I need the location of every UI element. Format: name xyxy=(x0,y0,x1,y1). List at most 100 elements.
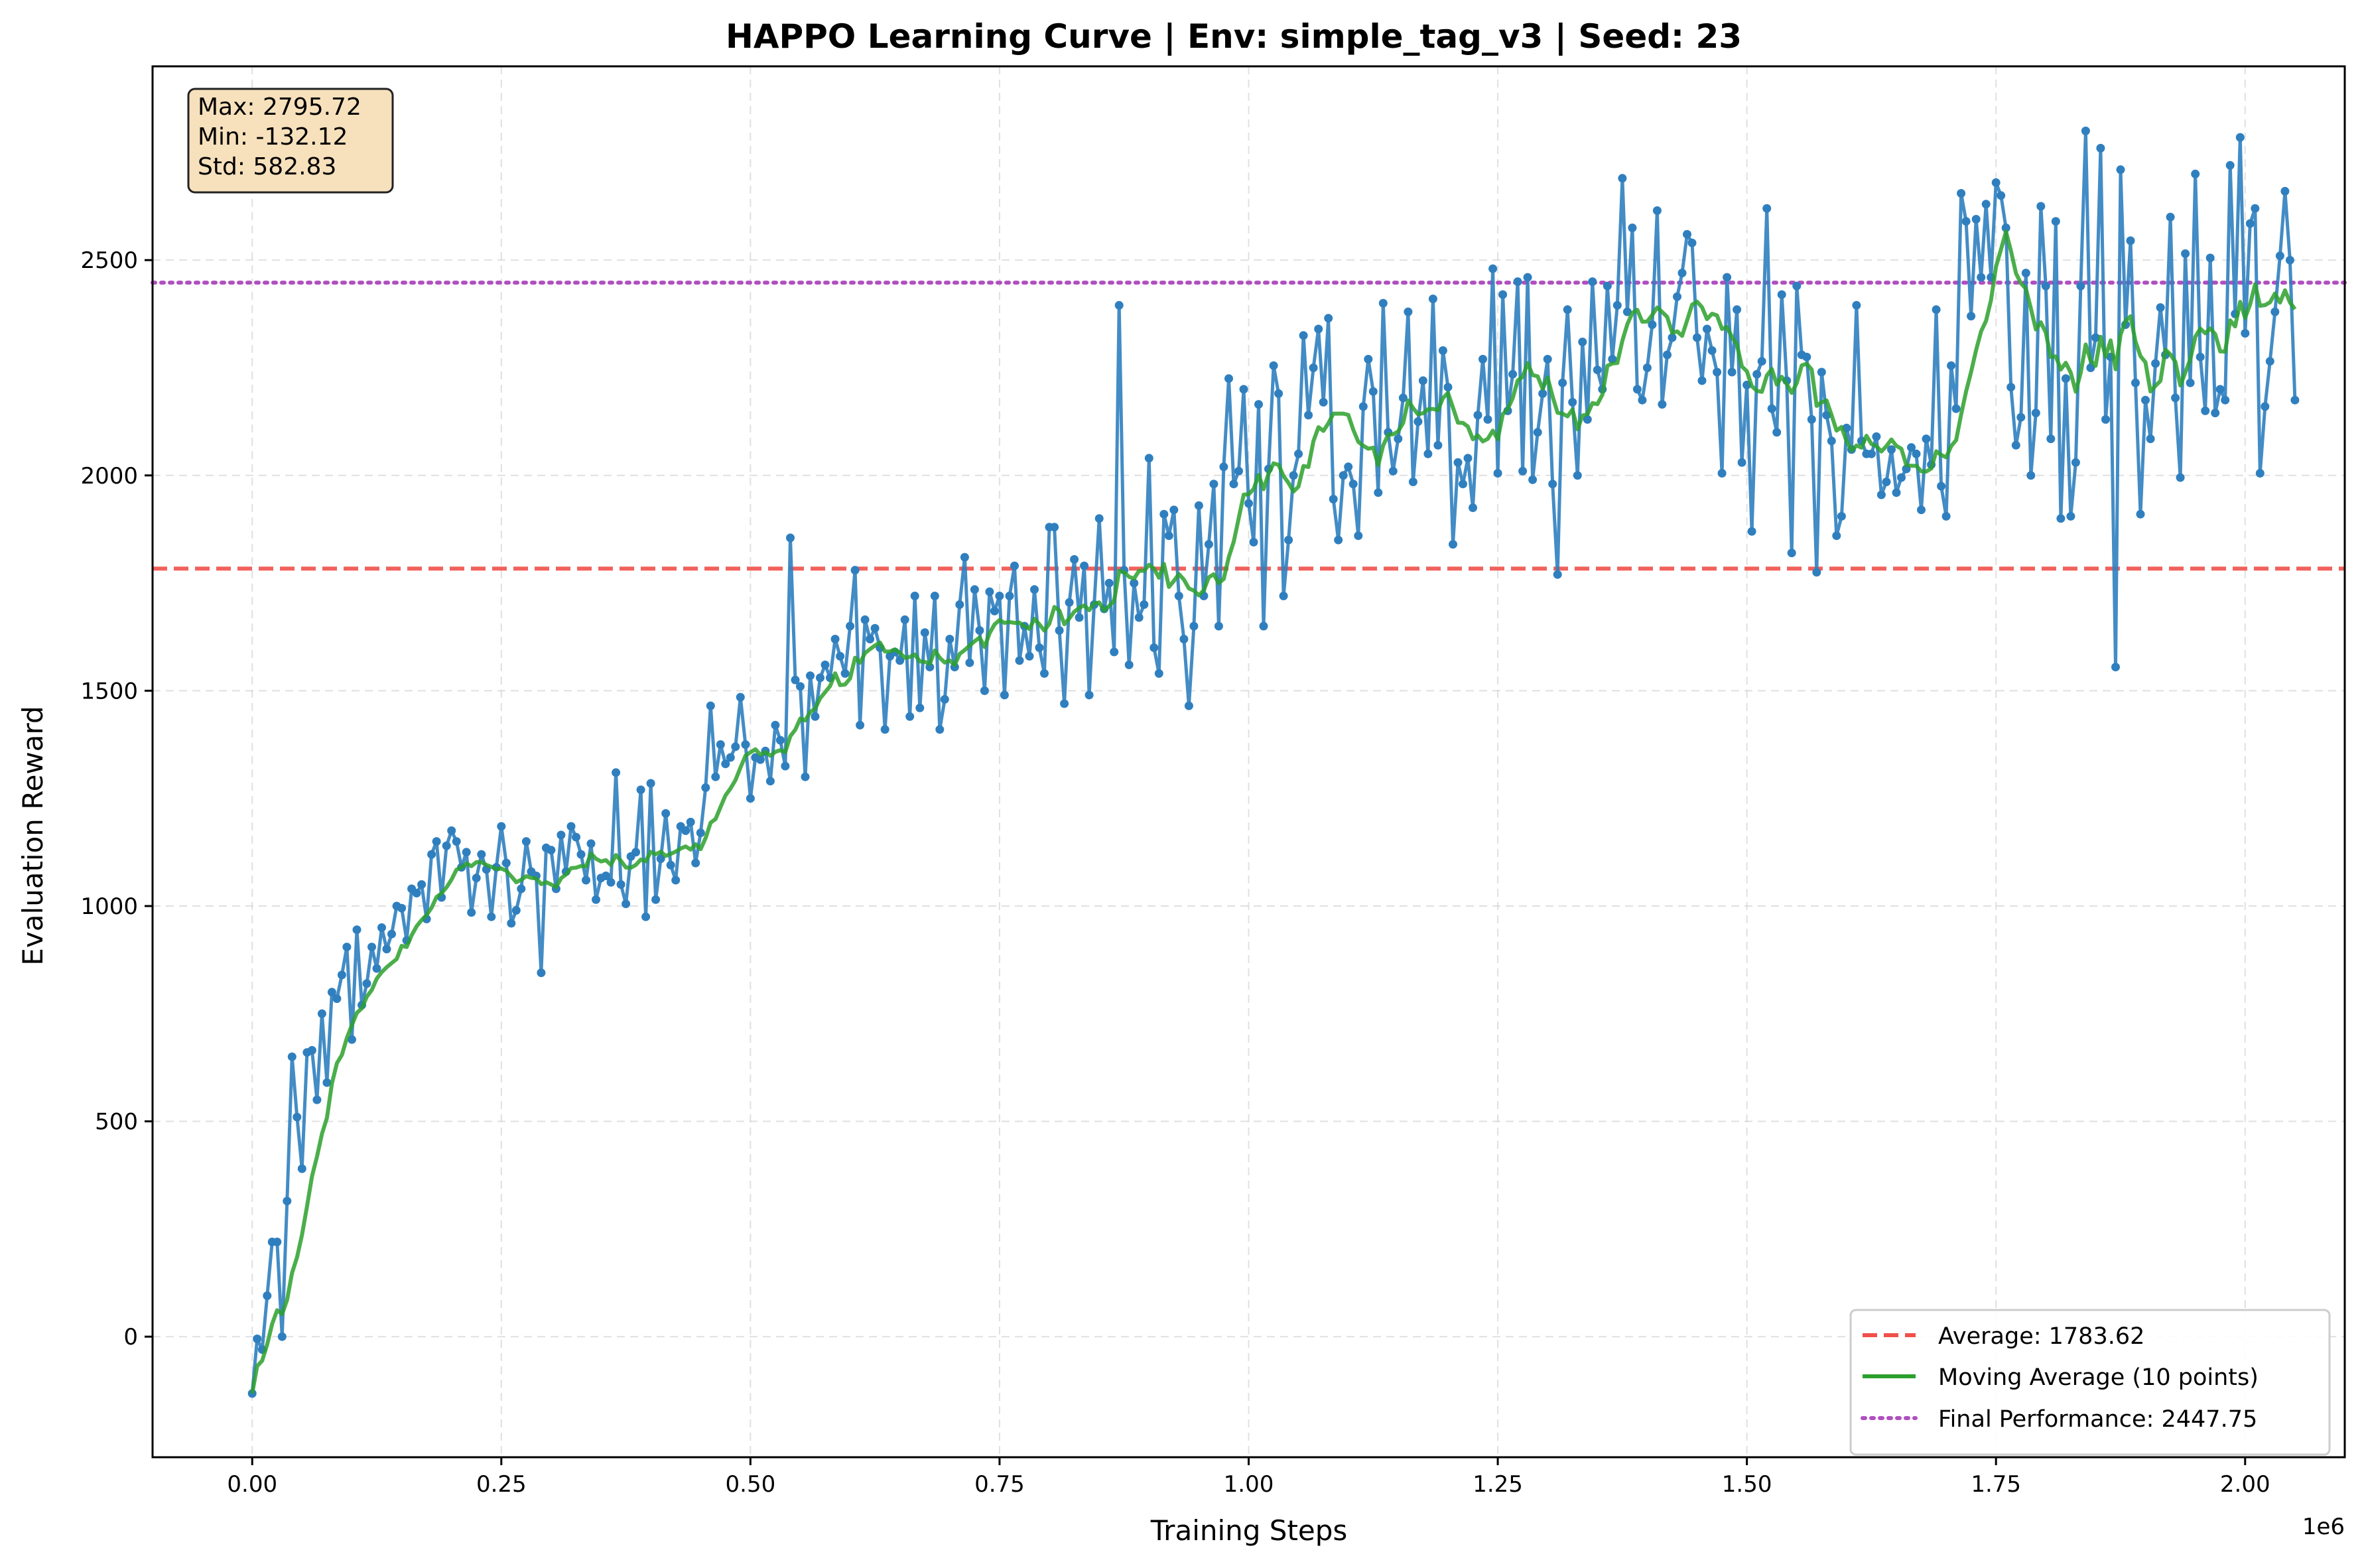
data-point-317 xyxy=(1827,436,1836,446)
legend: Average: 1783.62 Moving Average (10 poin… xyxy=(1849,1309,2331,1456)
data-point-40 xyxy=(447,826,456,835)
data-point-361 xyxy=(2046,434,2056,444)
data-point-247 xyxy=(1478,355,1487,363)
data-point-9 xyxy=(293,1112,302,1122)
data-point-78 xyxy=(636,785,645,795)
data-point-406 xyxy=(2270,307,2280,316)
data-point-344 xyxy=(1961,217,1971,226)
data-point-382 xyxy=(2151,359,2160,368)
data-point-152 xyxy=(1005,592,1014,600)
data-point-282 xyxy=(1652,206,1662,215)
data-point-230 xyxy=(1394,434,1403,444)
data-point-339 xyxy=(1937,482,1946,491)
data-point-148 xyxy=(985,587,994,596)
data-point-193 xyxy=(1209,480,1218,489)
data-point-240 xyxy=(1443,383,1453,392)
data-point-303 xyxy=(1757,357,1766,366)
data-point-80 xyxy=(646,779,655,788)
data-point-210 xyxy=(1294,449,1303,458)
data-point-100 xyxy=(746,794,755,803)
data-point-334 xyxy=(1912,449,1921,458)
data-point-55 xyxy=(521,837,531,846)
data-point-144 xyxy=(965,658,974,667)
data-point-288 xyxy=(1683,229,1691,239)
data-point-46 xyxy=(477,850,486,859)
data-point-386 xyxy=(2171,393,2180,403)
data-point-280 xyxy=(1642,363,1652,372)
data-point-159 xyxy=(1040,669,1049,678)
y-tick-label-1: 500 xyxy=(95,1109,138,1136)
data-point-30 xyxy=(397,903,407,913)
data-point-371 xyxy=(2096,143,2105,153)
data-point-147 xyxy=(980,686,989,695)
data-point-389 xyxy=(2186,378,2195,387)
data-point-99 xyxy=(741,740,750,749)
data-point-137 xyxy=(930,592,939,600)
data-point-346 xyxy=(1971,215,1981,224)
x-tick-label-4: 1.00 xyxy=(1224,1471,1274,1498)
data-point-6 xyxy=(277,1332,287,1341)
data-point-394 xyxy=(2211,409,2220,418)
data-point-313 xyxy=(1807,415,1816,424)
data-point-265 xyxy=(1568,397,1577,407)
data-point-174 xyxy=(1114,300,1124,310)
data-point-200 xyxy=(1244,499,1253,508)
data-point-94 xyxy=(716,740,725,749)
data-point-366 xyxy=(2071,458,2080,467)
data-point-112 xyxy=(806,671,815,681)
data-point-400 xyxy=(2241,329,2250,338)
data-point-65 xyxy=(572,832,580,842)
data-point-262 xyxy=(1553,570,1562,579)
data-point-196 xyxy=(1224,374,1233,383)
data-point-48 xyxy=(487,912,496,921)
data-point-401 xyxy=(2245,219,2255,228)
data-point-256 xyxy=(1523,273,1532,282)
data-point-391 xyxy=(2196,352,2205,361)
data-point-123 xyxy=(860,615,870,624)
data-point-255 xyxy=(1518,466,1528,476)
data-point-27 xyxy=(382,945,391,954)
x-tick-label-5: 1.25 xyxy=(1473,1471,1523,1498)
data-point-248 xyxy=(1483,415,1492,424)
stats-std: Std: 582.83 xyxy=(198,153,336,180)
data-point-14 xyxy=(317,1009,326,1018)
data-point-375 xyxy=(2116,165,2125,174)
data-point-214 xyxy=(1314,324,1323,334)
data-point-205 xyxy=(1269,361,1278,370)
data-point-217 xyxy=(1329,495,1338,503)
stats-min: Min: -132.12 xyxy=(198,123,348,151)
data-point-60 xyxy=(547,846,556,855)
data-point-73 xyxy=(612,768,621,777)
data-point-277 xyxy=(1628,224,1637,232)
data-point-44 xyxy=(467,908,476,917)
data-point-37 xyxy=(432,837,441,846)
data-point-314 xyxy=(1812,568,1821,577)
data-point-114 xyxy=(816,673,824,683)
data-point-115 xyxy=(821,660,830,669)
data-point-79 xyxy=(641,912,651,921)
data-point-122 xyxy=(856,720,865,730)
data-point-403 xyxy=(2255,469,2265,478)
data-point-163 xyxy=(1060,699,1069,708)
data-point-180 xyxy=(1144,454,1153,463)
data-point-5 xyxy=(273,1237,282,1246)
data-point-397 xyxy=(2225,161,2235,170)
data-point-187 xyxy=(1179,635,1189,643)
data-point-132 xyxy=(905,712,915,721)
data-point-36 xyxy=(427,850,436,859)
data-point-223 xyxy=(1358,402,1368,411)
data-point-367 xyxy=(2076,281,2085,291)
data-point-296 xyxy=(1723,273,1732,282)
data-point-93 xyxy=(711,772,720,781)
data-point-150 xyxy=(995,592,1004,600)
data-point-380 xyxy=(2141,395,2150,405)
chart: 0.00 0.25 0.50 0.75 1.00 1.25 1.50 1.75 2.00 0 500… xyxy=(0,0,2364,1568)
data-point-87 xyxy=(681,826,690,835)
data-point-167 xyxy=(1080,561,1089,570)
data-point-189 xyxy=(1189,621,1199,631)
data-point-170 xyxy=(1094,514,1104,523)
data-point-236 xyxy=(1423,449,1433,458)
data-point-251 xyxy=(1498,290,1508,299)
data-point-374 xyxy=(2111,663,2120,672)
data-point-250 xyxy=(1493,469,1502,478)
